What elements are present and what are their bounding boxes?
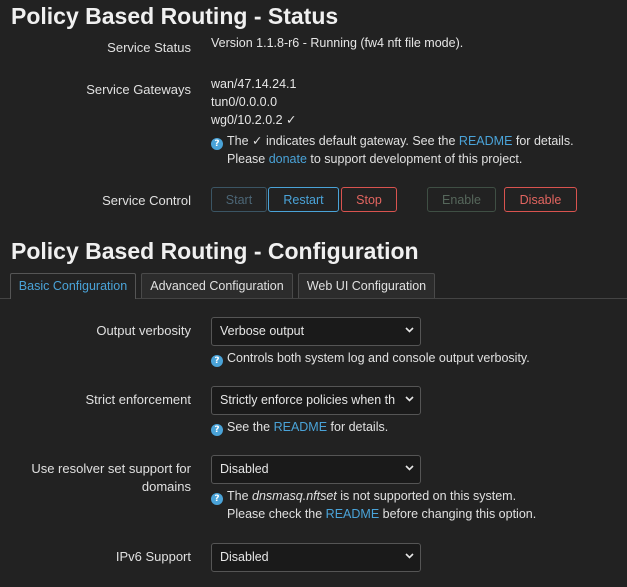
tab-advanced-configuration[interactable]: Advanced Configuration	[141, 273, 293, 298]
help-icon: ?	[211, 355, 223, 367]
service-status-value: Version 1.1.8-r6 - Running (fw4 nft file…	[211, 36, 464, 50]
output-verbosity-label: Output verbosity	[96, 323, 191, 338]
config-title: Policy Based Routing - Configuration	[11, 238, 419, 264]
service-status-label: Service Status	[107, 40, 191, 55]
gateway-wan: wan/47.14.24.1	[211, 77, 297, 91]
help-icon: ?	[211, 493, 223, 505]
stop-button[interactable]: Stop	[341, 187, 397, 212]
chevron-down-icon	[405, 465, 414, 471]
tab-web-ui-configuration[interactable]: Web UI Configuration	[298, 273, 435, 298]
readme-link[interactable]: README	[274, 420, 327, 434]
chevron-down-icon	[405, 327, 414, 333]
service-gateways-label: Service Gateways	[86, 82, 191, 97]
chevron-down-icon	[405, 553, 414, 559]
resolver-set-help-line1: ? The dnsmasq.nftset is not supported on …	[211, 487, 516, 505]
gateway-help-line1: ? The ✓ indicates default gateway. See th…	[211, 132, 574, 150]
status-title: Policy Based Routing - Status	[11, 3, 339, 29]
enable-button[interactable]: Enable	[427, 187, 496, 212]
resolver-set-select[interactable]: Disabled	[211, 455, 421, 484]
gateway-wg0: wg0/10.2.0.2 ✓	[211, 113, 297, 127]
output-verbosity-select[interactable]: Verbose output	[211, 317, 421, 346]
donate-link[interactable]: donate	[269, 152, 307, 166]
ipv6-support-label: IPv6 Support	[115, 549, 191, 564]
service-control-label: Service Control	[102, 193, 191, 208]
resolver-set-label-line2: domains	[141, 479, 191, 494]
help-icon: ?	[211, 424, 223, 436]
gateway-tun0: tun0/0.0.0.0	[211, 95, 278, 109]
config-tabs: Basic Configuration Advanced Configurati…	[0, 273, 627, 299]
resolver-set-help-line2: Please check the README before changing …	[227, 507, 537, 521]
start-button[interactable]: Start	[211, 187, 267, 212]
ipv6-support-select[interactable]: Disabled	[211, 543, 421, 572]
readme-link[interactable]: README	[326, 507, 379, 521]
readme-link[interactable]: README	[459, 134, 512, 148]
chevron-down-icon	[405, 396, 414, 402]
strict-enforcement-label: Strict enforcement	[85, 392, 192, 407]
resolver-set-label-line1: Use resolver set support for	[31, 461, 191, 476]
gateway-help-line2: Please donate to support development of …	[227, 152, 523, 166]
restart-button[interactable]: Restart	[268, 187, 339, 212]
strict-enforcement-select[interactable]: Strictly enforce policies when th	[211, 386, 421, 415]
disable-button[interactable]: Disable	[504, 187, 577, 212]
tab-basic-configuration[interactable]: Basic Configuration	[10, 273, 136, 299]
help-icon: ?	[211, 138, 223, 150]
strict-enforcement-help: ? See the README for details.	[211, 418, 388, 436]
output-verbosity-help: ? Controls both system log and console ou…	[211, 349, 530, 367]
